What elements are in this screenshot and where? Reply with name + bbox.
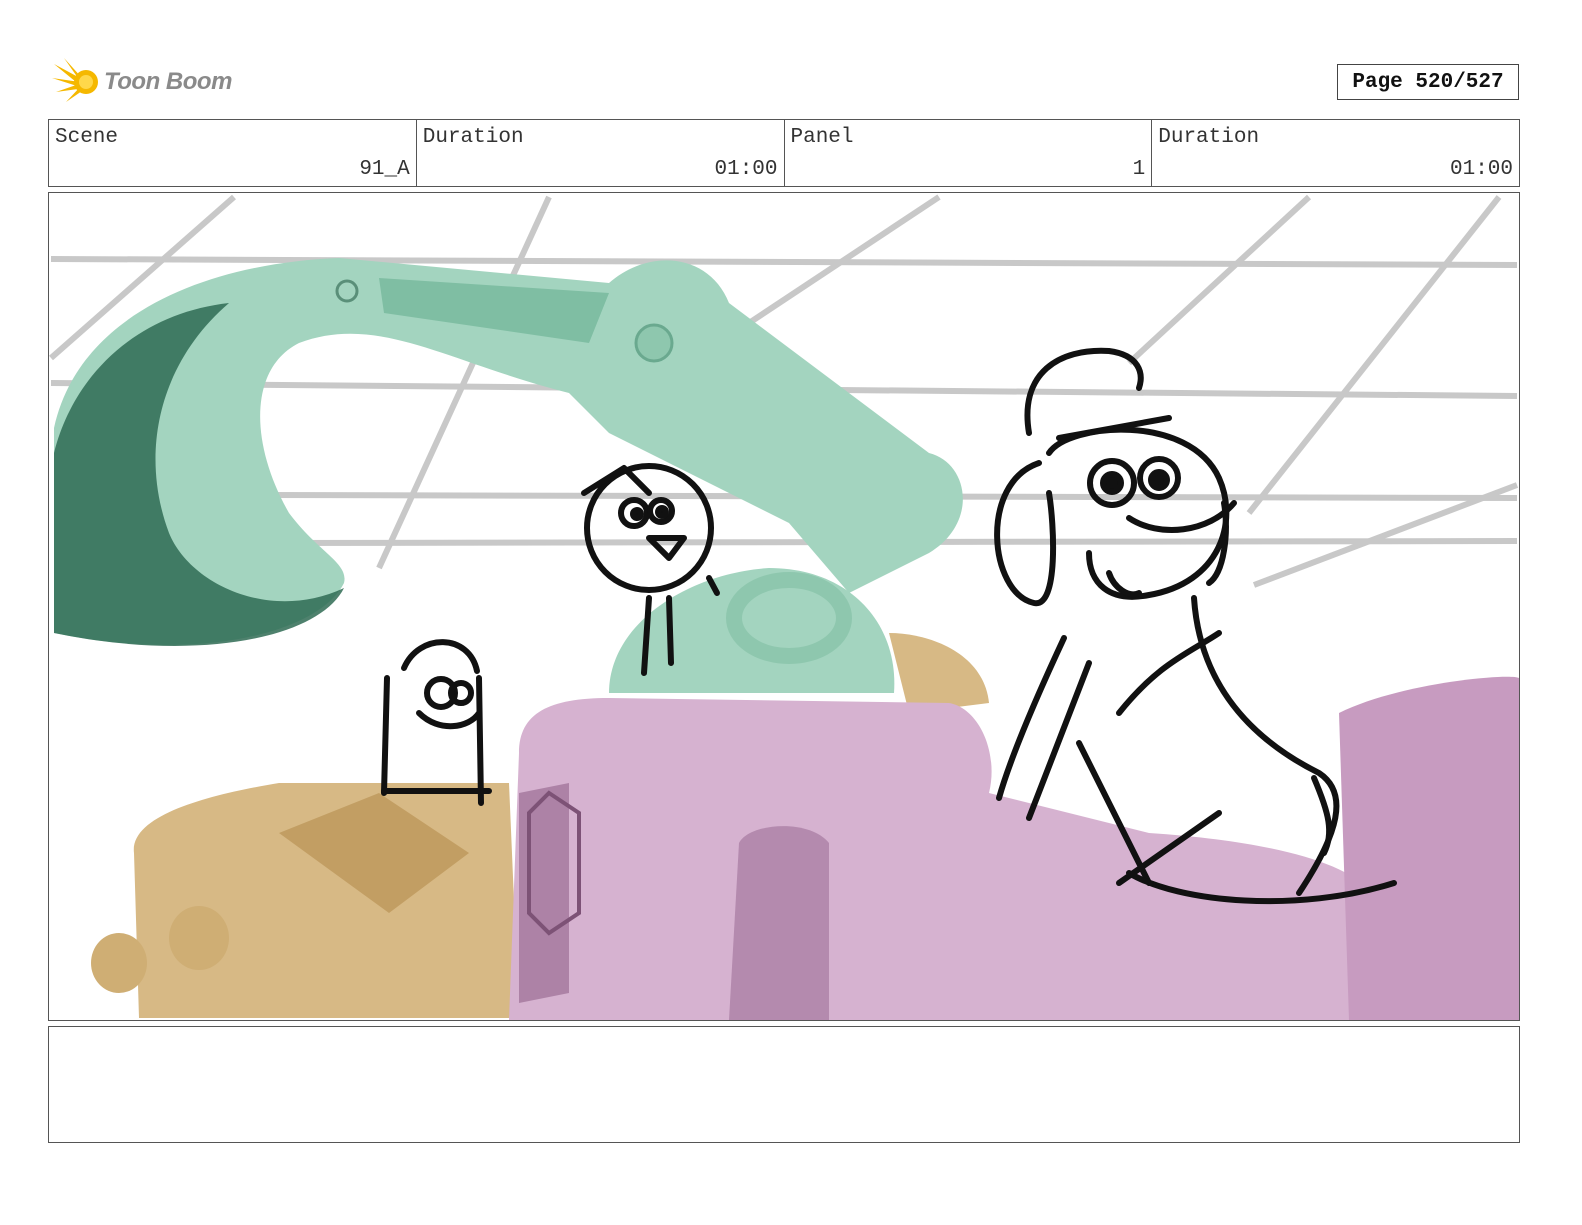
panel-duration-label: Duration [1158,126,1260,149]
panel-duration-value: 01:00 [1449,158,1513,181]
small-driver-sketch [381,639,492,806]
panel-cell: Panel 1 [785,120,1153,186]
panel-label: Panel [790,126,854,149]
info-bar: Scene 91_A Duration 01:00 Panel 1 Durati… [48,119,1520,187]
panel-notes [48,1026,1520,1143]
panel-value: 1 [1132,158,1146,181]
starburst-icon [52,58,98,102]
scene-value: 91_A [359,158,410,181]
purple-vehicle [509,676,1519,1020]
scene-duration-value: 01:00 [714,158,778,181]
scene-label: Scene [55,126,119,149]
brand-name: Toon Boom [104,68,232,95]
toon-boom-logo: Toon Boom [50,56,250,108]
scene-duration-cell: Duration 01:00 [417,120,785,186]
scene-cell: Scene 91_A [49,120,417,186]
scene-duration-label: Duration [422,126,524,149]
panel-duration-cell: Duration 01:00 [1152,120,1519,186]
page-indicator: Page 520/527 [1337,64,1519,100]
storyboard-sketch-icon [49,194,1519,1020]
storyboard-panel-image [48,192,1520,1021]
